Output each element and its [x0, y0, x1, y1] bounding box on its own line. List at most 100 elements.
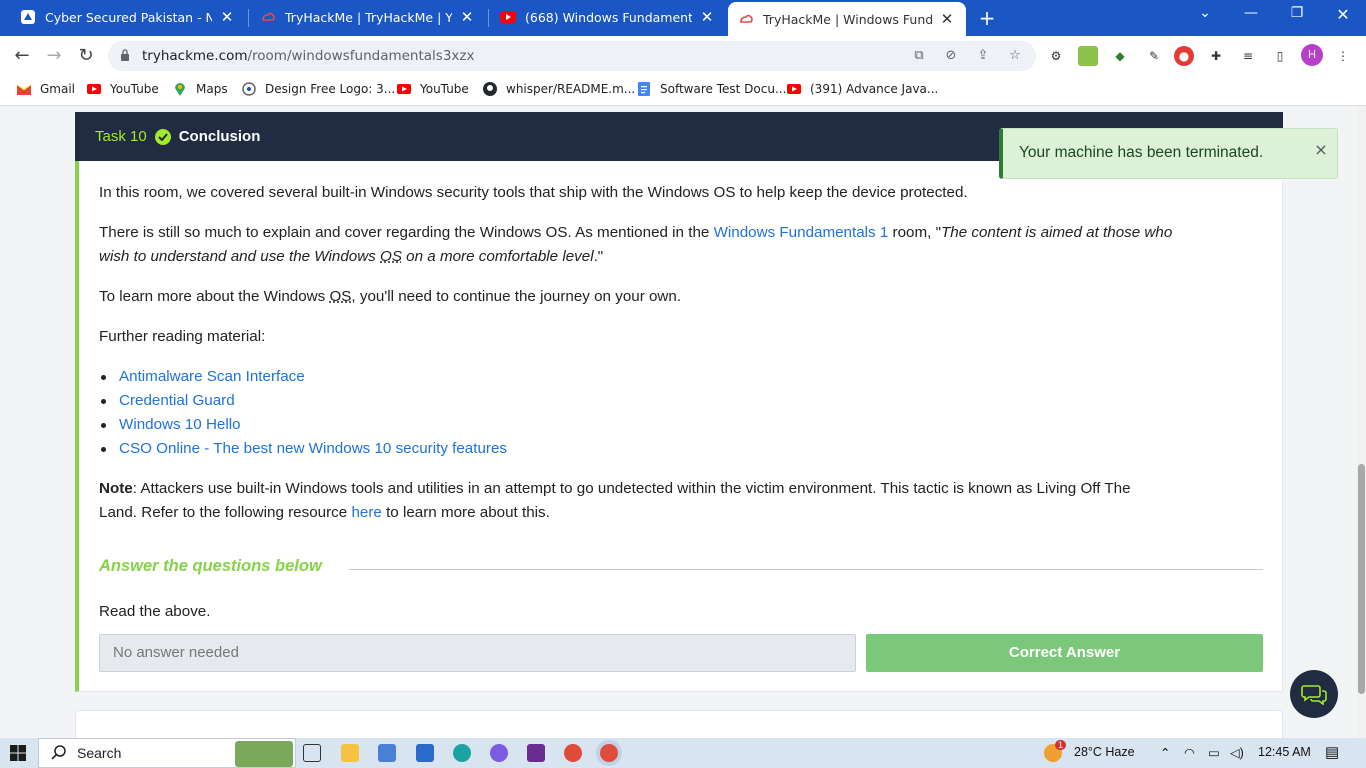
divider: [349, 569, 1263, 570]
task-view-icon[interactable]: [303, 744, 321, 762]
toast-message: Your machine has been terminated.: [1019, 144, 1264, 161]
search-icon: [51, 745, 66, 760]
bookmark-youtube-2[interactable]: YouTube: [396, 82, 469, 96]
side-panel-icon[interactable]: ▯: [1270, 46, 1290, 66]
scrollbar-thumb[interactable]: [1358, 464, 1365, 694]
text: There is still so much to explain and co…: [99, 224, 714, 241]
chrome-active-icon[interactable]: [600, 744, 618, 762]
new-tab-icon[interactable]: +: [976, 6, 998, 30]
paragraph-further-reading: Further reading material:: [99, 328, 266, 345]
minimize-icon[interactable]: —: [1228, 5, 1274, 21]
text: : Attackers use built-in Windows tools a…: [132, 480, 1131, 497]
weather-text[interactable]: 28°C Haze: [1074, 745, 1135, 759]
tab-title: Cyber Secured Pakistan - Nas.io: [45, 9, 212, 25]
tab-tryhackme-room[interactable]: TryHackMe | Windows Fundamen ✕: [728, 2, 966, 36]
gmail-icon: [16, 82, 32, 96]
close-icon[interactable]: ×: [1312, 140, 1330, 159]
more-menu-icon[interactable]: ⋮: [1333, 46, 1353, 66]
hex-editor-icon[interactable]: [527, 744, 545, 762]
bookmark-whisper[interactable]: whisper/README.m...: [482, 82, 635, 96]
credential-guard-link[interactable]: Credential Guard: [119, 389, 235, 413]
list-item: Credential Guard: [101, 389, 507, 413]
youtube-icon: [86, 82, 102, 96]
reload-icon[interactable]: ↻: [74, 44, 98, 68]
address-bar[interactable]: tryhackme.com/room/windowsfundamentals3x…: [108, 41, 1036, 71]
extensions-puzzle-icon[interactable]: ✚: [1206, 46, 1226, 66]
battery-icon[interactable]: ▭: [1208, 745, 1220, 760]
bookmark-label: YouTube: [420, 82, 469, 96]
mail-icon[interactable]: [416, 744, 434, 762]
close-tab-icon[interactable]: ✕: [938, 10, 956, 28]
bookmark-gmail[interactable]: Gmail: [16, 82, 75, 96]
antimalware-scan-interface-link[interactable]: Antimalware Scan Interface: [119, 365, 305, 389]
volume-icon[interactable]: ◁): [1230, 745, 1244, 760]
correct-answer-button[interactable]: Correct Answer: [866, 634, 1263, 672]
reading-list: Antimalware Scan Interface Credential Gu…: [101, 365, 507, 461]
tab-nasio[interactable]: Cyber Secured Pakistan - Nas.io ✕: [10, 0, 246, 34]
next-task-card[interactable]: [75, 710, 1283, 738]
media-queue-icon[interactable]: ≡: [1238, 46, 1258, 66]
task-card: Task 10 Conclusion In this room, we cove…: [75, 112, 1283, 692]
profile-avatar[interactable]: H: [1301, 44, 1323, 66]
shield-extension-icon[interactable]: ◆: [1110, 46, 1130, 66]
tab-tryhackme-home[interactable]: TryHackMe | TryHackMe | Your Ro ✕: [250, 0, 486, 34]
chat-button[interactable]: [1290, 670, 1338, 718]
tryhackme-favicon: [260, 9, 276, 25]
windows-10-hello-link[interactable]: Windows 10 Hello: [119, 413, 241, 437]
browser-tab-strip: Cyber Secured Pakistan - Nas.io ✕ TryHac…: [0, 0, 1366, 36]
notifications-icon[interactable]: ▤: [1325, 743, 1339, 761]
settings-extension-icon[interactable]: ⚙: [1046, 46, 1066, 66]
search-label: Search: [77, 745, 122, 761]
windows-fundamentals-1-link[interactable]: Windows Fundamentals 1: [714, 224, 889, 241]
search-highlight-image: [235, 741, 293, 767]
here-link[interactable]: here: [351, 504, 381, 521]
page-content: Task 10 Conclusion In this room, we cove…: [0, 107, 1357, 738]
answer-field[interactable]: No answer needed: [99, 634, 856, 672]
microsoft-store-icon[interactable]: [378, 744, 396, 762]
close-window-icon[interactable]: ✕: [1320, 5, 1366, 24]
share-icon[interactable]: ⇪: [974, 47, 992, 65]
bookmark-label: (391) Advance Java...: [810, 82, 939, 96]
back-arrow-icon[interactable]: ←: [10, 44, 34, 68]
text: Land. Refer to the following resource: [99, 504, 352, 521]
close-tab-icon[interactable]: ✕: [698, 8, 716, 26]
red-extension-icon[interactable]: ●: [1174, 46, 1194, 66]
close-tab-icon[interactable]: ✕: [458, 8, 476, 26]
bookmark-design-logo[interactable]: Design Free Logo: 3...: [241, 82, 395, 96]
text: wish to understand and use the Windows: [99, 248, 380, 265]
media-player-icon[interactable]: [490, 744, 508, 762]
github-icon: [482, 82, 498, 96]
file-explorer-icon[interactable]: [341, 744, 359, 762]
chrome-icon[interactable]: [564, 744, 582, 762]
bookmarks-bar: Gmail YouTube Maps Design Free Logo: 3..…: [0, 76, 1366, 106]
close-tab-icon[interactable]: ✕: [218, 8, 236, 26]
paragraph-intro: In this room, we covered several built-i…: [99, 184, 968, 201]
weather-badge: 1: [1055, 740, 1067, 750]
windows-start-icon[interactable]: [10, 745, 26, 761]
list-item: CSO Online - The best new Windows 10 sec…: [101, 437, 507, 461]
install-app-icon[interactable]: ⧉: [910, 47, 928, 65]
bookmark-star-icon[interactable]: ☆: [1006, 47, 1024, 65]
windows-taskbar: Search 1 28°C Haze ⌃ ◠ ▭ ◁) 12:45 AM ▤: [0, 738, 1366, 768]
bookmark-maps[interactable]: Maps: [172, 82, 228, 96]
pen-extension-icon[interactable]: ✎: [1144, 46, 1164, 66]
edge-icon[interactable]: [453, 744, 471, 762]
bookmark-youtube[interactable]: YouTube: [86, 82, 159, 96]
url-path: /room/windowsfundamentals3xzx: [247, 48, 475, 64]
chevron-up-icon[interactable]: ⌃: [1160, 745, 1170, 760]
eye-off-icon[interactable]: ⊘: [942, 47, 960, 65]
bookmark-software-test[interactable]: Software Test Docu...: [636, 82, 786, 96]
taskbar-search-box[interactable]: Search: [38, 738, 296, 768]
text: on a more comfortable level: [401, 248, 594, 265]
file-extension-icon[interactable]: [1078, 46, 1098, 66]
lock-icon: [121, 49, 129, 61]
bookmark-advance-java[interactable]: (391) Advance Java...: [786, 82, 938, 96]
forward-arrow-icon[interactable]: →: [42, 44, 66, 68]
tab-youtube[interactable]: (668) Windows Fundamentals 3 | ✕: [490, 0, 726, 34]
restore-icon[interactable]: ❐: [1274, 5, 1320, 21]
clock-time[interactable]: 12:45 AM: [1258, 745, 1311, 759]
cso-online-link[interactable]: CSO Online - The best new Windows 10 sec…: [119, 437, 507, 461]
wifi-icon[interactable]: ◠: [1184, 745, 1195, 760]
tab-search-chevron-icon[interactable]: ⌄: [1182, 5, 1228, 21]
list-item: Windows 10 Hello: [101, 413, 507, 437]
